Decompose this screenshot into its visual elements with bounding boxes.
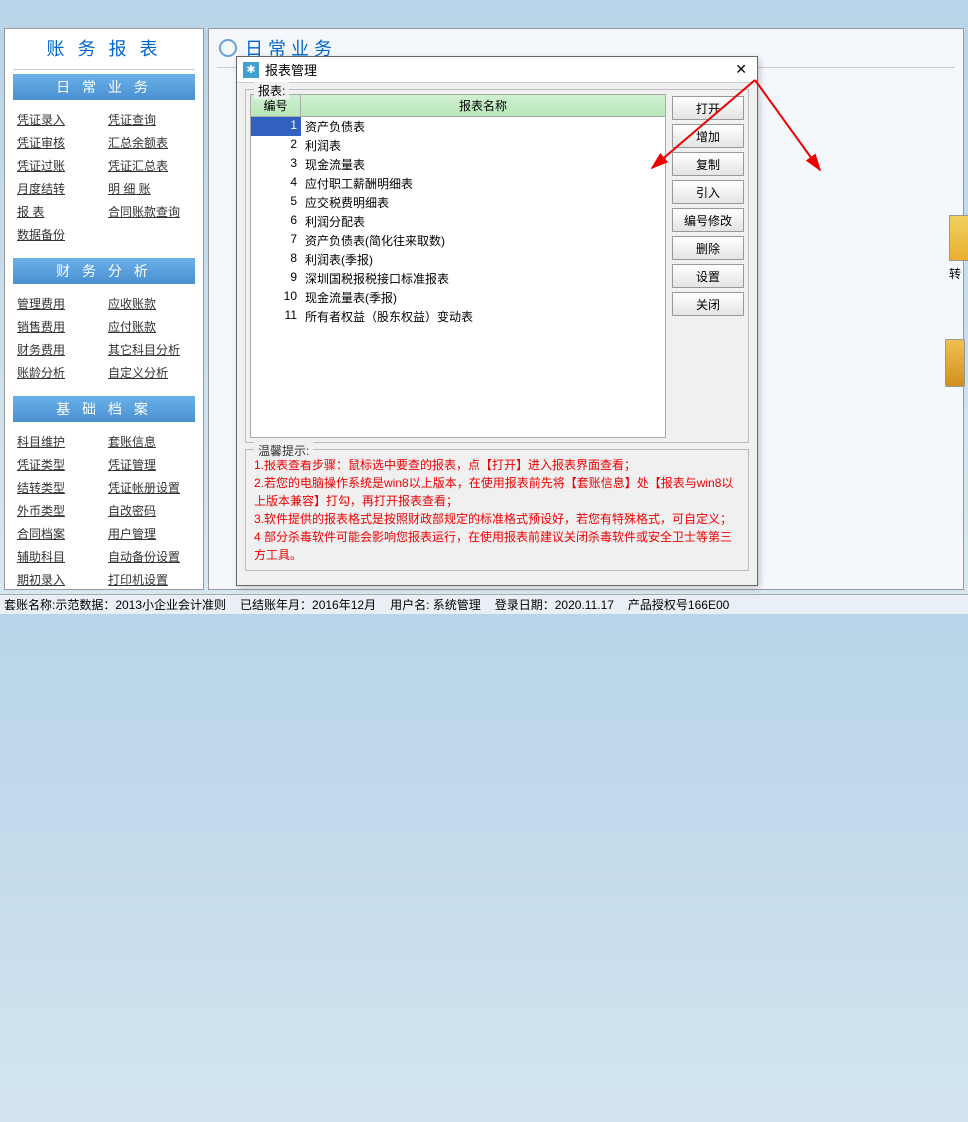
- dialog-button-设置[interactable]: 设置: [672, 264, 744, 288]
- list-row[interactable]: 3现金流量表: [251, 155, 665, 174]
- statusbar: 套账名称:示范数据：2013小企业会计准则 已结账年月：2016年12月 用户名…: [0, 594, 968, 614]
- sidebar-link[interactable]: 凭证管理: [104, 453, 195, 476]
- sidebar-link[interactable]: 辅助科目: [13, 545, 104, 568]
- partial-icon-2: [945, 339, 965, 387]
- sidebar-link[interactable]: 凭证类型: [13, 453, 104, 476]
- list-row[interactable]: 9深圳国税报税接口标准报表: [251, 269, 665, 288]
- list-row[interactable]: 5应交税费明细表: [251, 193, 665, 212]
- sidebar-link[interactable]: 凭证审核: [13, 131, 104, 154]
- list-row[interactable]: 10现金流量表(季报): [251, 288, 665, 307]
- dialog-button-引入[interactable]: 引入: [672, 180, 744, 204]
- sidebar-link[interactable]: 打印机设置: [104, 568, 195, 590]
- list-row[interactable]: 4应付职工薪酬明细表: [251, 174, 665, 193]
- section-header: 日 常 业 务: [13, 74, 195, 100]
- group-label: 报表:: [254, 82, 289, 99]
- sidebar-link[interactable]: 销售费用: [13, 315, 104, 338]
- sidebar-link[interactable]: 凭证查询: [104, 108, 195, 131]
- sidebar-title: 账 务 报 表: [5, 29, 203, 67]
- sidebar-link[interactable]: 合同档案: [13, 522, 104, 545]
- status-license: 产品授权号166E00: [628, 596, 729, 613]
- sidebar-link[interactable]: 自动备份设置: [104, 545, 195, 568]
- tip-line: 1.报表查看步骤：鼠标选中要查的报表，点【打开】进入报表界面查看；: [254, 456, 740, 474]
- sidebar-link[interactable]: 套账信息: [104, 430, 195, 453]
- dialog-button-增加[interactable]: 增加: [672, 124, 744, 148]
- status-closed: 已结账年月：2016年12月: [240, 596, 376, 613]
- zhuan-label: 转: [949, 265, 961, 282]
- sidebar-link[interactable]: 应收账款: [104, 292, 195, 315]
- sidebar-link[interactable]: 账龄分析: [13, 361, 104, 384]
- list-row[interactable]: 11所有者权益（股东权益）变动表: [251, 307, 665, 326]
- sidebar-link[interactable]: 管理费用: [13, 292, 104, 315]
- status-account: 套账名称:示范数据：2013小企业会计准则: [4, 596, 226, 613]
- dialog-button-复制[interactable]: 复制: [672, 152, 744, 176]
- tips-box: 温馨提示: 1.报表查看步骤：鼠标选中要查的报表，点【打开】进入报表界面查看；2…: [245, 449, 749, 571]
- sidebar-link[interactable]: 财务费用: [13, 338, 104, 361]
- gear-icon: [219, 39, 237, 57]
- status-date: 登录日期：2020.11.17: [495, 596, 614, 613]
- section-header: 财 务 分 析: [13, 258, 195, 284]
- dialog-button-关闭[interactable]: 关闭: [672, 292, 744, 316]
- list-row[interactable]: 7资产负债表(简化往来取数): [251, 231, 665, 250]
- sidebar-link[interactable]: 汇总余额表: [104, 131, 195, 154]
- tip-line: 4 部分杀毒软件可能会影响您报表运行，在使用报表前建议关闭杀毒软件或安全卫士等第…: [254, 528, 740, 564]
- sidebar-link[interactable]: 合同账款查询: [104, 200, 195, 223]
- list-col-name: 报表名称: [301, 95, 665, 116]
- sidebar: 账 务 报 表 日 常 业 务凭证录入凭证查询凭证审核汇总余额表凭证过账凭证汇总…: [4, 28, 204, 590]
- sidebar-link[interactable]: 明 细 账: [104, 177, 195, 200]
- partial-icon-1: [949, 215, 968, 261]
- dialog-button-编号修改[interactable]: 编号修改: [672, 208, 744, 232]
- dialog-icon: ✱: [243, 62, 259, 78]
- tips-label: 温馨提示:: [254, 442, 313, 460]
- sidebar-link[interactable]: 凭证汇总表: [104, 154, 195, 177]
- sidebar-link[interactable]: 自定义分析: [104, 361, 195, 384]
- report-management-dialog: ✱ 报表管理 ✕ 报表: 编号 报表名称 1资产负债表2利润表3现金流量表4应付…: [236, 56, 758, 586]
- section-header: 基 础 档 案: [13, 396, 195, 422]
- sidebar-link[interactable]: 报 表: [13, 200, 104, 223]
- dialog-titlebar[interactable]: ✱ 报表管理 ✕: [237, 57, 757, 83]
- sidebar-link[interactable]: 科目维护: [13, 430, 104, 453]
- sidebar-link[interactable]: 数据备份: [13, 223, 195, 246]
- dialog-button-打开[interactable]: 打开: [672, 96, 744, 120]
- dialog-button-删除[interactable]: 删除: [672, 236, 744, 260]
- sidebar-link[interactable]: 结转类型: [13, 476, 104, 499]
- sidebar-link[interactable]: 凭证录入: [13, 108, 104, 131]
- sidebar-link[interactable]: 其它科目分析: [104, 338, 195, 361]
- tip-line: 2.若您的电脑操作系统是win8以上版本，在使用报表前先将【套账信息】处【报表与…: [254, 474, 740, 510]
- sidebar-link[interactable]: 自改密码: [104, 499, 195, 522]
- sidebar-link[interactable]: 期初录入: [13, 568, 104, 590]
- report-list[interactable]: 编号 报表名称 1资产负债表2利润表3现金流量表4应付职工薪酬明细表5应交税费明…: [250, 94, 666, 438]
- list-row[interactable]: 1资产负债表: [251, 117, 665, 136]
- sidebar-link[interactable]: 月度结转: [13, 177, 104, 200]
- status-user: 用户名: 系统管理: [390, 596, 481, 613]
- sidebar-link[interactable]: 凭证过账: [13, 154, 104, 177]
- list-row[interactable]: 2利润表: [251, 136, 665, 155]
- list-row[interactable]: 8利润表(季报): [251, 250, 665, 269]
- close-icon[interactable]: ✕: [731, 61, 751, 78]
- sidebar-link[interactable]: 凭证帐册设置: [104, 476, 195, 499]
- list-row[interactable]: 6利润分配表: [251, 212, 665, 231]
- sidebar-link[interactable]: 用户管理: [104, 522, 195, 545]
- sidebar-link[interactable]: 应付账款: [104, 315, 195, 338]
- dialog-title: 报表管理: [265, 60, 731, 79]
- sidebar-link[interactable]: 外币类型: [13, 499, 104, 522]
- tip-line: 3.软件提供的报表格式是按照财政部规定的标准格式预设好，若您有特殊格式，可自定义…: [254, 510, 740, 528]
